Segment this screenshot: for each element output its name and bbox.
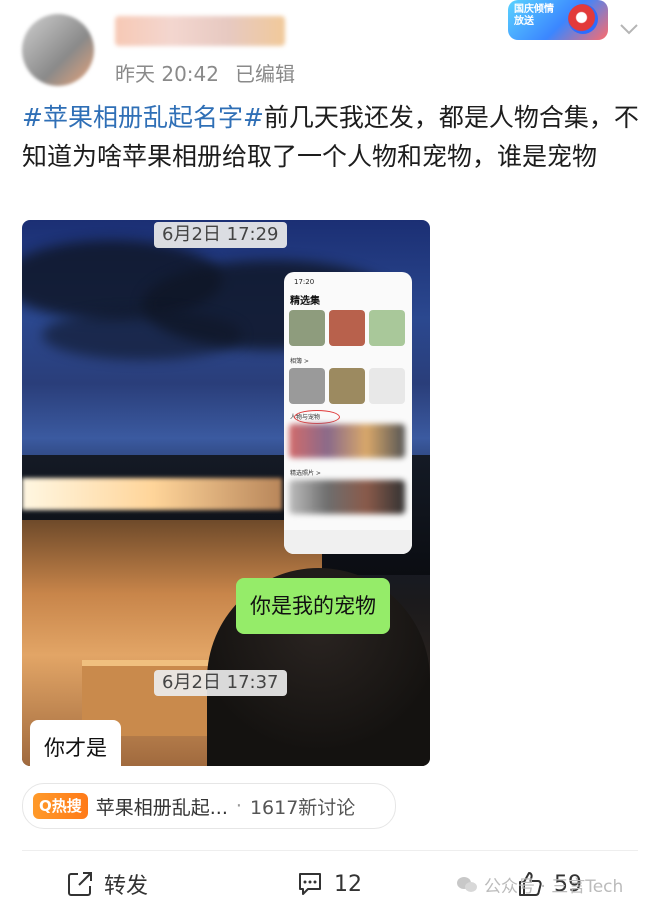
phone-featured-row (289, 310, 405, 346)
phone-tab-bar (284, 530, 412, 554)
comment-icon (299, 873, 321, 895)
watermark: 公众号 · 三言Tech (456, 872, 623, 897)
username-blurred[interactable] (115, 16, 285, 46)
photo-tile (289, 368, 325, 404)
chat-timestamp: 6月2日 17:29 (154, 222, 287, 248)
hot-search-pill[interactable]: Q热搜 苹果相册乱起... · 1617新讨论 (22, 783, 396, 829)
photo-tile (329, 368, 365, 404)
phone-screenshot: 17:20 精选集 相簿 > 人物与宠物 精选照片 > (284, 272, 412, 554)
phone-album-row (289, 368, 405, 404)
comment-count: 12 (334, 871, 362, 897)
photo-tile (289, 310, 325, 346)
hot-search-badge: Q热搜 (33, 793, 88, 819)
watermark-text: 公众号 · 三言Tech (484, 877, 624, 897)
wechat-icon (457, 876, 477, 892)
repost-button[interactable]: 转发 (66, 866, 148, 902)
photo-tile (329, 310, 365, 346)
photo-tile (369, 368, 405, 404)
phone-time: 17:20 (294, 278, 315, 286)
phone-title: 精选集 (290, 296, 320, 307)
holiday-badge-label: 国庆倾情放送 (514, 4, 554, 27)
shop-light (22, 478, 282, 510)
phone-section-featured: 精选照片 > (290, 470, 321, 477)
avatar[interactable] (22, 14, 94, 86)
post-image[interactable]: 6月2日 17:29 17:20 精选集 相簿 > 人物与宠物 精选照片 > 你… (22, 220, 430, 766)
phone-section-albums: 相簿 > (290, 358, 309, 365)
photo-tile (369, 310, 405, 346)
chevron-down-icon[interactable] (618, 18, 640, 40)
topic-link[interactable]: #苹果相册乱起名字# (22, 103, 264, 132)
divider (22, 850, 638, 851)
separator-dot: · (235, 795, 242, 817)
edited-label: 已编辑 (235, 62, 295, 86)
post-meta: 昨天 20:42 已编辑 (115, 58, 295, 87)
mascot-icon (568, 4, 598, 34)
chat-timestamp: 6月2日 17:37 (154, 670, 287, 696)
comment-button[interactable]: 12 (296, 866, 362, 902)
post-body: #苹果相册乱起名字#前几天我还发，都是人物合集，不知道为啥苹果相册给取了一个人物… (22, 98, 642, 176)
people-thumbnails-blurred (289, 424, 405, 458)
red-circle-annotation (294, 410, 340, 424)
cloud-shape (42, 310, 242, 360)
hot-search-count: 1617新讨论 (249, 796, 356, 819)
hot-search-topic: 苹果相册乱起... (95, 796, 228, 819)
share-icon (68, 872, 92, 896)
featured-thumbnails-blurred (289, 480, 405, 514)
chat-bubble-white: 你才是 (30, 720, 121, 766)
chat-bubble-green: 你是我的宠物 (236, 578, 390, 634)
repost-label: 转发 (104, 874, 149, 899)
post-time: 昨天 20:42 (115, 62, 219, 86)
holiday-badge[interactable]: 国庆倾情放送 (508, 0, 608, 40)
